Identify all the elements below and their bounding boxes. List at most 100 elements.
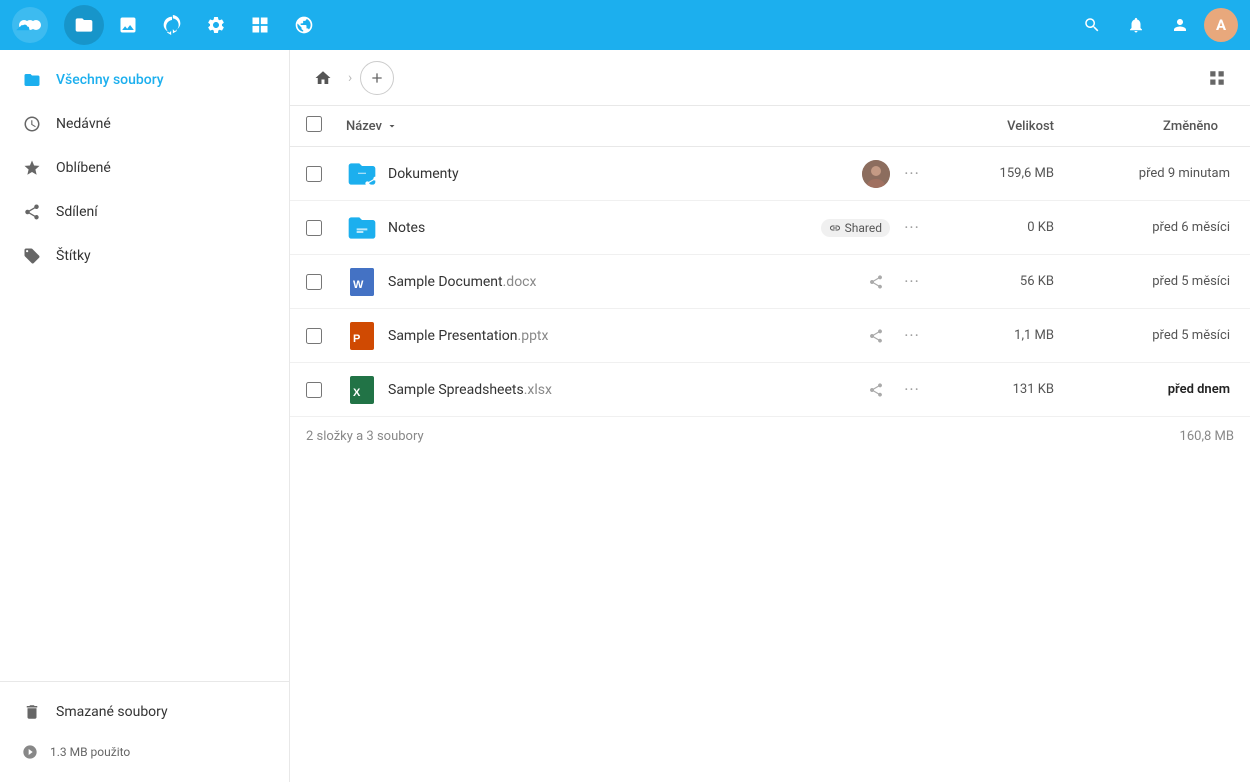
svg-text:W: W [353, 279, 364, 291]
folder-icon-dokumenty [346, 158, 378, 190]
more-options-dokumenty[interactable]: ··· [898, 160, 926, 188]
svg-text:☁: ☁ [16, 17, 30, 33]
sidebar-item-recent[interactable]: Nedávné [0, 102, 289, 146]
row-check-xlsx[interactable] [306, 382, 346, 398]
more-options-doc[interactable]: ··· [898, 268, 926, 296]
file-info-dokumenty: Dokumenty [346, 158, 862, 190]
shared-badge-label: Shared [845, 221, 882, 235]
row-check-doc[interactable] [306, 274, 346, 290]
file-actions-dokumenty: ··· [862, 160, 926, 188]
header-name[interactable]: Název [346, 119, 934, 134]
file-size-doc: 56 KB [934, 274, 1054, 289]
file-modified-xlsx: před dnem [1054, 382, 1234, 397]
file-name-xlsx: Sample Spreadsheets.xlsx [388, 382, 552, 398]
checkbox-doc[interactable] [306, 274, 322, 290]
star-icon [20, 156, 44, 180]
user-avatar[interactable]: A [1204, 8, 1238, 42]
sidebar-label-favorites: Oblíbené [56, 160, 111, 176]
row-check-pptx[interactable] [306, 328, 346, 344]
table-row[interactable]: X Sample Spreadsheets.xlsx ··· 131 [290, 363, 1250, 417]
docx-icon: W [346, 266, 378, 298]
file-info-xlsx: X Sample Spreadsheets.xlsx [346, 374, 862, 406]
file-size-pptx: 1,1 MB [934, 328, 1054, 343]
checkbox-xlsx[interactable] [306, 382, 322, 398]
photos-nav-icon[interactable] [108, 5, 148, 45]
select-all-checkbox[interactable] [306, 116, 322, 132]
sidebar-item-shared[interactable]: Sdílení [0, 190, 289, 234]
topnav-right: A [1072, 5, 1238, 45]
files-nav-icon[interactable] [64, 5, 104, 45]
file-actions-notes: Shared ··· [821, 214, 926, 242]
row-check-notes[interactable] [306, 220, 346, 236]
file-modified-dokumenty: před 9 minutam [1054, 166, 1234, 181]
storage-icon [20, 742, 40, 762]
file-size-notes: 0 KB [934, 220, 1054, 235]
sidebar-label-shared: Sdílení [56, 204, 98, 220]
sidebar-item-trash[interactable]: Smazané soubory [0, 690, 289, 734]
activity-nav-icon[interactable] [152, 5, 192, 45]
name-column-label[interactable]: Název [346, 119, 934, 134]
content-area: › [290, 50, 1250, 782]
row-check-dokumenty[interactable] [306, 166, 346, 182]
more-options-notes[interactable]: ··· [898, 214, 926, 242]
storage-info: 1.3 MB použito [0, 734, 289, 770]
file-modified-notes: před 6 měsíci [1054, 220, 1234, 235]
add-button[interactable] [360, 61, 394, 95]
nextcloud-logo[interactable]: ☁ [12, 7, 48, 43]
sidebar-label-all-files: Všechny soubory [56, 72, 164, 88]
file-size-dokumenty: 159,6 MB [934, 166, 1054, 181]
more-options-pptx[interactable]: ··· [898, 322, 926, 350]
share-icon-doc[interactable] [862, 268, 890, 296]
share-icon-pptx[interactable] [862, 322, 890, 350]
file-info-doc: W Sample Document.docx [346, 266, 862, 298]
file-name-pptx: Sample Presentation.pptx [388, 328, 548, 344]
checkbox-notes[interactable] [306, 220, 322, 236]
file-table-footer: 2 složky a 3 soubory 160,8 MB [290, 417, 1250, 456]
folder-icon [20, 68, 44, 92]
file-actions-pptx: ··· [862, 322, 926, 350]
table-row[interactable]: Dokumenty ··· 159,6 MB [290, 147, 1250, 201]
size-column-label: Velikost [934, 119, 1054, 134]
home-button[interactable] [306, 61, 340, 95]
file-modified-pptx: před 5 měsíci [1054, 328, 1234, 343]
file-modified-doc: před 5 měsíci [1054, 274, 1234, 289]
header-check[interactable] [306, 116, 346, 136]
folder-icon-notes [346, 212, 378, 244]
file-info-notes: Notes [346, 212, 821, 244]
sidebar-label-tags: Štítky [56, 248, 91, 264]
notifications-icon[interactable] [1116, 5, 1156, 45]
shared-avatar-dokumenty [862, 160, 890, 188]
svg-text:X: X [353, 387, 361, 399]
contacts-icon[interactable] [1160, 5, 1200, 45]
share-icon-xlsx[interactable] [862, 376, 890, 404]
checkbox-dokumenty[interactable] [306, 166, 322, 182]
main-layout: Všechny soubory Nedávné Oblíbené [0, 50, 1250, 782]
share-icon [20, 200, 44, 224]
file-actions-xlsx: ··· [862, 376, 926, 404]
globe-nav-icon[interactable] [284, 5, 324, 45]
sidebar-item-favorites[interactable]: Oblíbené [0, 146, 289, 190]
sidebar-item-all-files[interactable]: Všechny soubory [0, 58, 289, 102]
table-row[interactable]: P Sample Presentation.pptx ··· 1,1 [290, 309, 1250, 363]
grid-view-button[interactable] [1200, 61, 1234, 95]
file-name-notes: Notes [388, 220, 425, 236]
file-name-doc: Sample Document.docx [388, 274, 536, 290]
sidebar-item-tags[interactable]: Štítky [0, 234, 289, 278]
xlsx-icon: X [346, 374, 378, 406]
svg-text:P: P [353, 333, 360, 345]
trash-icon [20, 700, 44, 724]
table-row[interactable]: W Sample Document.docx ··· 56 KB [290, 255, 1250, 309]
settings-nav-icon[interactable] [196, 5, 236, 45]
pptx-icon: P [346, 320, 378, 352]
header-size[interactable]: Velikost [934, 119, 1054, 134]
search-icon[interactable] [1072, 5, 1112, 45]
clock-icon [20, 112, 44, 136]
storage-label: 1.3 MB použito [50, 745, 130, 759]
dashboard-nav-icon[interactable] [240, 5, 280, 45]
table-row[interactable]: Notes Shared ··· 0 KB před 6 měsíci [290, 201, 1250, 255]
more-options-xlsx[interactable]: ··· [898, 376, 926, 404]
sidebar-label-trash: Smazané soubory [56, 704, 168, 720]
header-modified[interactable]: Změněno [1054, 119, 1234, 134]
toolbar: › [290, 50, 1250, 106]
checkbox-pptx[interactable] [306, 328, 322, 344]
